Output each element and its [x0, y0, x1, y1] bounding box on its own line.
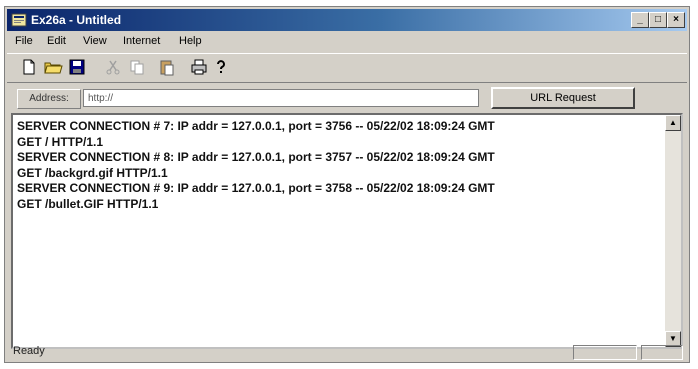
- cut-icon[interactable]: [103, 57, 123, 77]
- vertical-scrollbar[interactable]: ▲ ▼: [665, 115, 681, 347]
- url-request-button[interactable]: URL Request: [491, 87, 635, 109]
- new-document-icon[interactable]: [19, 57, 39, 77]
- toolbar: [7, 53, 687, 83]
- maximize-button[interactable]: □: [649, 12, 667, 28]
- app-window: Ex26a - Untitled _ □ × File Edit View In…: [4, 6, 690, 363]
- scroll-up-arrow-icon[interactable]: ▲: [665, 115, 681, 131]
- menu-file[interactable]: File: [15, 35, 33, 47]
- open-folder-icon[interactable]: [43, 57, 63, 77]
- close-button[interactable]: ×: [667, 12, 685, 28]
- log-view[interactable]: SERVER CONNECTION # 7: IP addr = 127.0.0…: [11, 113, 683, 349]
- log-line: GET / HTTP/1.1: [17, 134, 104, 149]
- status-bar: Ready: [7, 344, 687, 360]
- status-pane: [573, 345, 637, 360]
- copy-icon[interactable]: [127, 57, 147, 77]
- log-line: GET /bullet.GIF HTTP/1.1: [17, 196, 159, 211]
- address-label: Address:: [17, 89, 81, 109]
- log-line: GET /backgrd.gif HTTP/1.1: [17, 165, 168, 180]
- save-disk-icon[interactable]: [67, 57, 87, 77]
- log-line: SERVER CONNECTION # 8: IP addr = 127.0.0…: [17, 150, 495, 164]
- app-icon: [11, 13, 27, 27]
- title-bar[interactable]: Ex26a - Untitled _ □ ×: [7, 9, 687, 31]
- paste-icon[interactable]: [157, 57, 177, 77]
- log-line: SERVER CONNECTION # 7: IP addr = 127.0.0…: [17, 119, 495, 133]
- status-text: Ready: [13, 345, 45, 357]
- log-line: SERVER CONNECTION # 9: IP addr = 127.0.0…: [17, 181, 495, 195]
- log-text: SERVER CONNECTION # 7: IP addr = 127.0.0…: [17, 119, 661, 212]
- minimize-button[interactable]: _: [631, 12, 649, 28]
- menu-edit[interactable]: Edit: [47, 35, 66, 47]
- menu-help[interactable]: Help: [179, 35, 202, 47]
- window-title: Ex26a - Untitled: [31, 13, 122, 27]
- print-icon[interactable]: [189, 57, 209, 77]
- status-pane: [641, 345, 683, 360]
- help-icon[interactable]: [211, 57, 231, 77]
- menu-bar: File Edit View Internet Help: [7, 33, 687, 51]
- address-input[interactable]: [83, 89, 479, 107]
- menu-internet[interactable]: Internet: [123, 35, 160, 47]
- menu-view[interactable]: View: [83, 35, 107, 47]
